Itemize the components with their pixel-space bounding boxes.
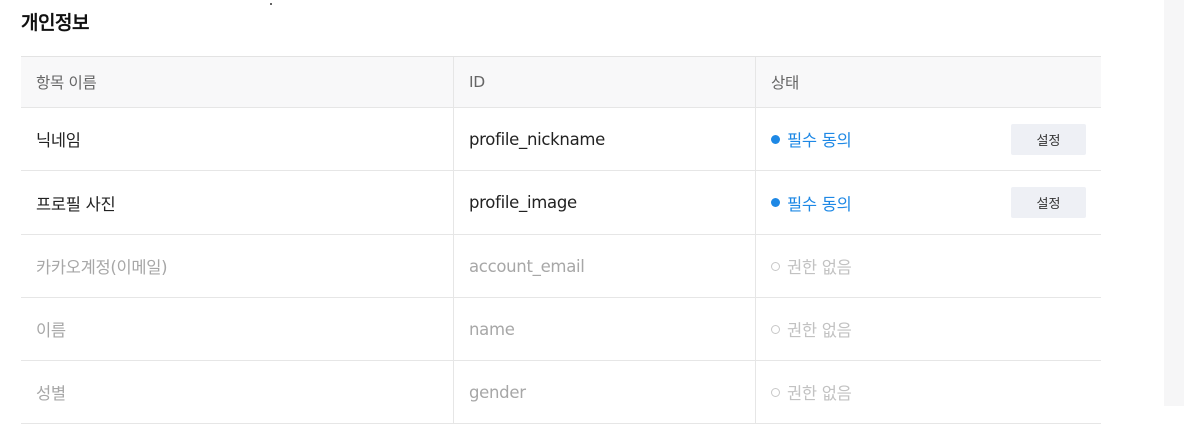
status-label: 필수 동의 <box>787 131 852 150</box>
settings-button[interactable]: 설정 <box>1011 187 1086 218</box>
status-label: 필수 동의 <box>787 194 852 214</box>
item-status-cell: 필수 동의 설정 <box>755 171 1101 234</box>
item-name: 이름 <box>36 321 66 340</box>
item-name: 카카오계정(이메일) <box>36 258 168 277</box>
table-row-profile-image: 프로필 사진 profile_image 필수 동의 설정 <box>21 171 1101 235</box>
status-circle-icon <box>771 324 780 334</box>
item-id: gender <box>453 361 755 423</box>
table-header-row: 항목 이름 ID 상태 <box>21 57 1101 108</box>
header-status: 상태 <box>755 57 1101 107</box>
item-id: profile_image <box>453 171 755 234</box>
item-name: 닉네임 <box>36 131 81 150</box>
item-status-cell: 권한 없음 <box>755 235 1101 297</box>
status-label: 권한 없음 <box>787 321 852 340</box>
item-name: 성별 <box>36 384 66 403</box>
table-row-nickname: 닉네임 profile_nickname 필수 동의 설정 <box>21 108 1101 171</box>
consent-items-table: 항목 이름 ID 상태 닉네임 profile_nickname 필수 동의 설… <box>21 56 1101 424</box>
header-item-name: 항목 이름 <box>36 74 97 92</box>
table-row-name: 이름 name 권한 없음 <box>21 298 1101 361</box>
status-circle-icon <box>771 261 780 271</box>
status-indicator: 권한 없음 <box>771 380 852 404</box>
table-row-account-email: 카카오계정(이메일) account_email 권한 없음 <box>21 235 1101 298</box>
status-dot-icon <box>771 198 780 207</box>
table-row-gender: 성별 gender 권한 없음 <box>21 361 1101 424</box>
status-dot-icon <box>771 134 780 144</box>
right-panel-edge <box>1164 0 1184 406</box>
item-status-cell: 권한 없음 <box>755 298 1101 360</box>
item-id: name <box>453 298 755 360</box>
status-indicator: 권한 없음 <box>771 254 852 278</box>
status-indicator: 필수 동의 <box>771 191 852 215</box>
header-id: ID <box>453 57 755 107</box>
item-name: 프로필 사진 <box>36 194 116 214</box>
status-indicator: 권한 없음 <box>771 317 852 341</box>
item-id: profile_nickname <box>453 108 755 170</box>
item-status-cell: 권한 없음 <box>755 361 1101 423</box>
stray-dot <box>270 3 272 5</box>
status-circle-icon <box>771 387 780 397</box>
item-id: account_email <box>453 235 755 297</box>
status-indicator: 필수 동의 <box>771 127 852 151</box>
status-label: 권한 없음 <box>787 258 852 277</box>
settings-button[interactable]: 설정 <box>1011 123 1086 155</box>
status-label: 권한 없음 <box>787 384 852 403</box>
item-status-cell: 필수 동의 설정 <box>755 108 1101 170</box>
section-title: 개인정보 <box>21 12 89 34</box>
